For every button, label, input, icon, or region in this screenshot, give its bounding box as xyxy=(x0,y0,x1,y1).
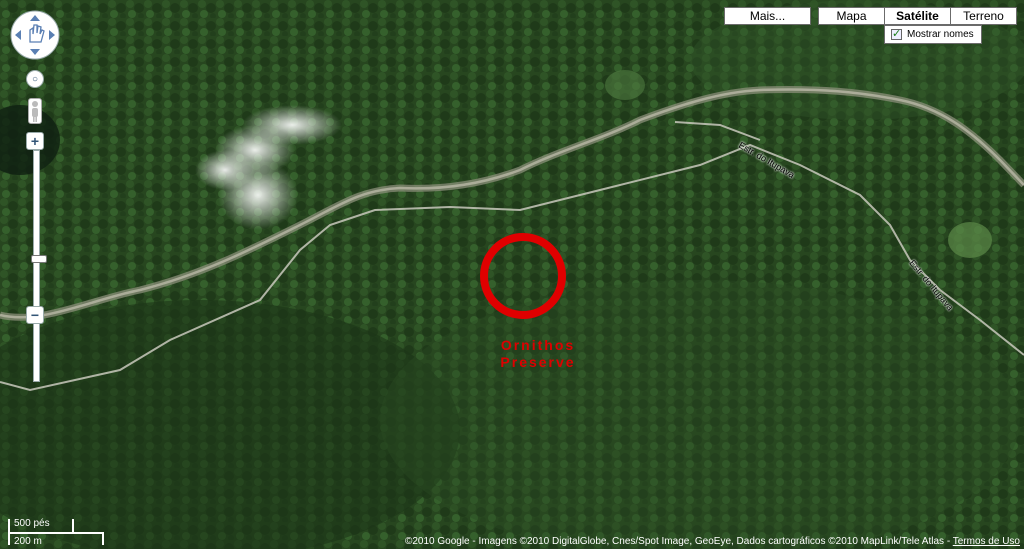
zoom-out-button[interactable]: − xyxy=(26,306,44,324)
scale-line xyxy=(8,532,104,534)
zoom-reset-button[interactable]: ○ xyxy=(26,70,44,88)
pegman-icon[interactable] xyxy=(28,98,42,124)
pan-control[interactable] xyxy=(10,10,60,60)
copyright-footer: ©2010 Google - Imagens ©2010 DigitalGlob… xyxy=(344,535,1020,549)
zoom-slider-thumb[interactable] xyxy=(31,255,47,263)
map-type-terrain-button[interactable]: Terreno xyxy=(950,7,1017,25)
checkbox-checked-icon[interactable] xyxy=(891,26,902,43)
terms-of-use-link[interactable]: Termos de Uso xyxy=(953,536,1020,547)
zoom-in-button[interactable]: + xyxy=(26,132,44,150)
scale-tick xyxy=(72,519,74,532)
preserve-label: Ornithos Preserve xyxy=(460,337,616,371)
more-button[interactable]: Mais... xyxy=(724,7,811,25)
map-type-map-button[interactable]: Mapa xyxy=(818,7,885,25)
zoom-slider[interactable] xyxy=(31,150,47,382)
scale-bar: 500 pés 200 m xyxy=(8,517,108,547)
show-names-checkbox[interactable]: Mostrar nomes xyxy=(884,25,982,44)
preserve-label-line1: Ornithos xyxy=(500,337,576,353)
preserve-label-line2: Preserve xyxy=(500,354,576,370)
show-names-label: Mostrar nomes xyxy=(907,29,974,40)
scale-imperial-label: 500 pés xyxy=(14,518,50,529)
satellite-map[interactable] xyxy=(0,0,1024,549)
scale-metric-label: 200 m xyxy=(14,536,42,547)
copyright-text: ©2010 Google - Imagens ©2010 DigitalGlob… xyxy=(404,536,953,547)
map-type-satellite-button[interactable]: Satélite xyxy=(884,7,951,25)
